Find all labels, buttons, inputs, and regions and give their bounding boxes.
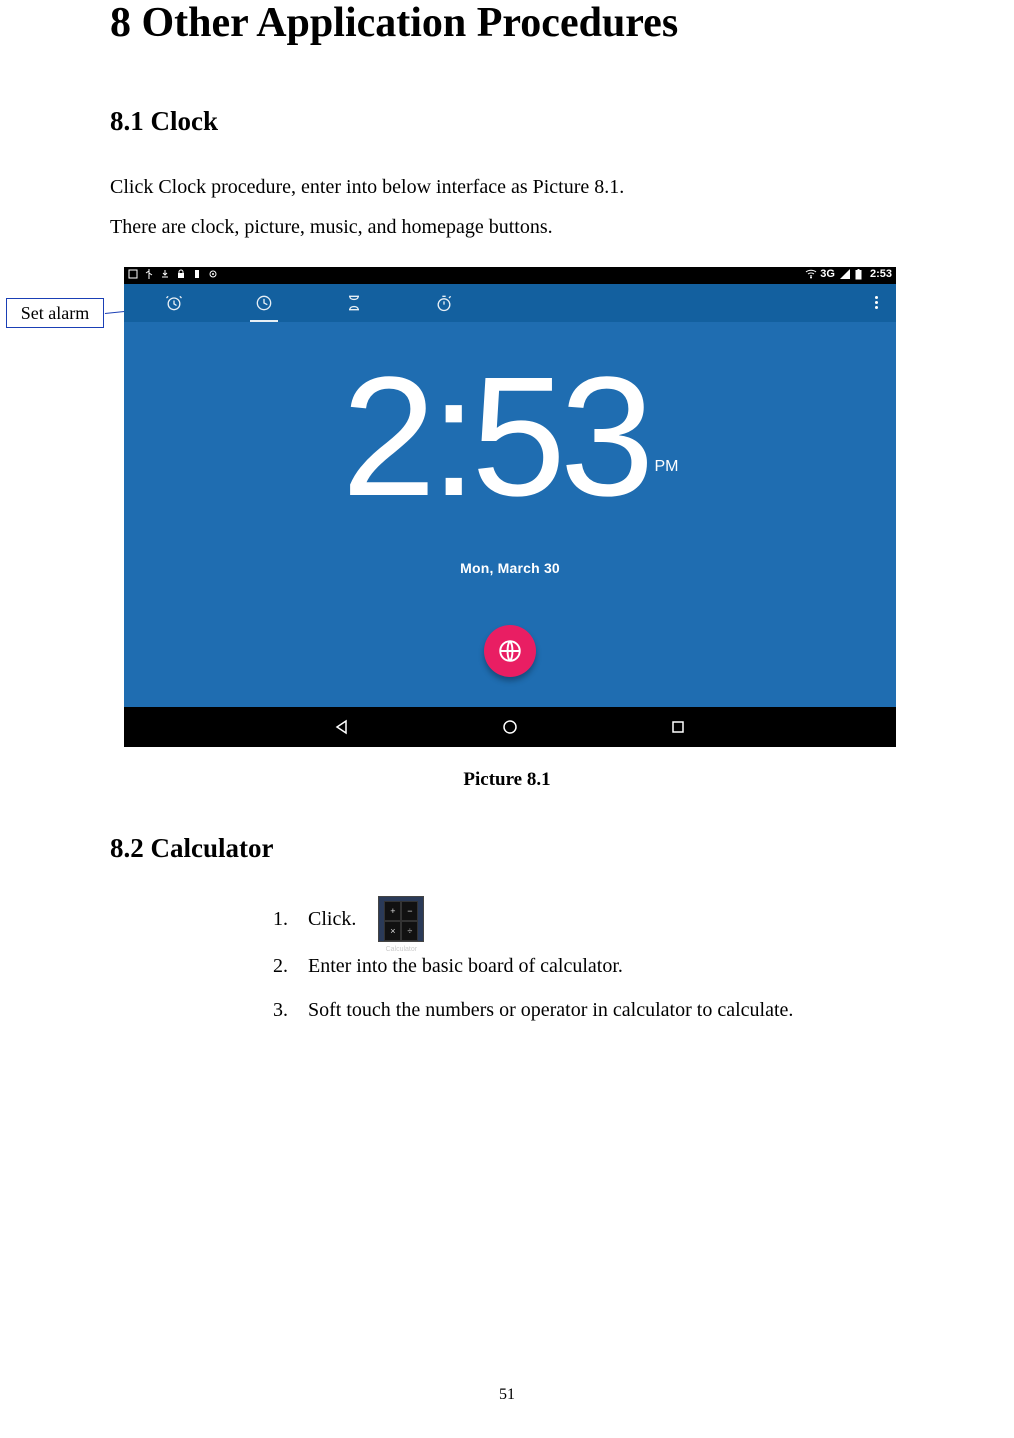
status-bar: 3G 2:53 (124, 267, 896, 284)
network-label: 3G (820, 268, 835, 280)
callout-label: Set alarm (21, 303, 89, 324)
wifi-icon (805, 269, 815, 279)
overflow-menu-icon[interactable] (866, 292, 886, 312)
nav-bar (124, 707, 896, 747)
list-number: 2. (270, 946, 288, 986)
nav-back-icon[interactable] (333, 718, 351, 736)
calc-symbol: ÷ (401, 921, 418, 941)
status-right-icons: 3G 2:53 (805, 268, 892, 280)
tab-alarm[interactable] (164, 293, 184, 313)
chapter-title: 8 Other Application Procedures (110, 0, 904, 46)
document-page: 8 Other Application Procedures 8.1 Clock… (0, 0, 1014, 1438)
clock-time-display: 2:53 PM (124, 352, 896, 522)
page-number: 51 (0, 1386, 1014, 1404)
calc-symbol: − (401, 901, 418, 921)
clock-tabs (124, 284, 896, 322)
signal-icon (840, 269, 850, 279)
tab-clock[interactable] (254, 293, 274, 313)
clock-screen: 2:53 PM Mon, March 30 (124, 322, 896, 707)
calc-symbol: + (384, 901, 401, 921)
list-text: Soft touch the numbers or operator in ca… (308, 990, 793, 1030)
debug-icon (208, 269, 218, 279)
lock-icon (176, 269, 186, 279)
tab-timer[interactable] (344, 293, 364, 313)
list-text: Enter into the basic board of calculator… (308, 946, 623, 986)
clock-body-text: Click Clock procedure, enter into below … (110, 167, 904, 247)
screenshot-figure: 3G 2:53 (124, 267, 896, 747)
clock-date: Mon, March 30 (124, 560, 896, 576)
notification-icon (128, 269, 138, 279)
device-frame: 3G 2:53 (124, 267, 896, 747)
section-heading-calculator: 8.2 Calculator (110, 833, 904, 864)
list-item: 2. Enter into the basic board of calcula… (270, 946, 904, 986)
battery-icon (855, 269, 865, 279)
calculator-steps-list: 1. Click. + − × ÷ Calculator 2. Enter in… (270, 896, 904, 1030)
status-left-icons (128, 269, 218, 279)
figure-caption: Picture 8.1 (110, 769, 904, 791)
status-time: 2:53 (870, 268, 892, 280)
list-number: 3. (270, 990, 288, 1030)
list-text: Click. (308, 899, 356, 939)
usb-icon (144, 269, 154, 279)
world-clock-fab[interactable] (484, 625, 536, 677)
tab-stopwatch[interactable] (434, 293, 454, 313)
calculator-app-icon: + − × ÷ Calculator (378, 896, 424, 942)
callout-set-alarm: Set alarm (6, 298, 104, 328)
battery-status-icon (192, 269, 202, 279)
nav-recent-icon[interactable] (669, 718, 687, 736)
clock-ampm: PM (654, 458, 678, 475)
list-number: 1. (270, 899, 288, 939)
list-item: 1. Click. + − × ÷ Calculator (270, 896, 904, 942)
nav-home-icon[interactable] (501, 718, 519, 736)
list-item: 3. Soft touch the numbers or operator in… (270, 990, 904, 1030)
section-heading-clock: 8.1 Clock (110, 106, 904, 137)
paragraph: Click Clock procedure, enter into below … (110, 167, 904, 207)
download-icon (160, 269, 170, 279)
calc-symbol: × (384, 921, 401, 941)
clock-digits: 2:53 (342, 352, 649, 522)
paragraph: There are clock, picture, music, and hom… (110, 207, 904, 247)
